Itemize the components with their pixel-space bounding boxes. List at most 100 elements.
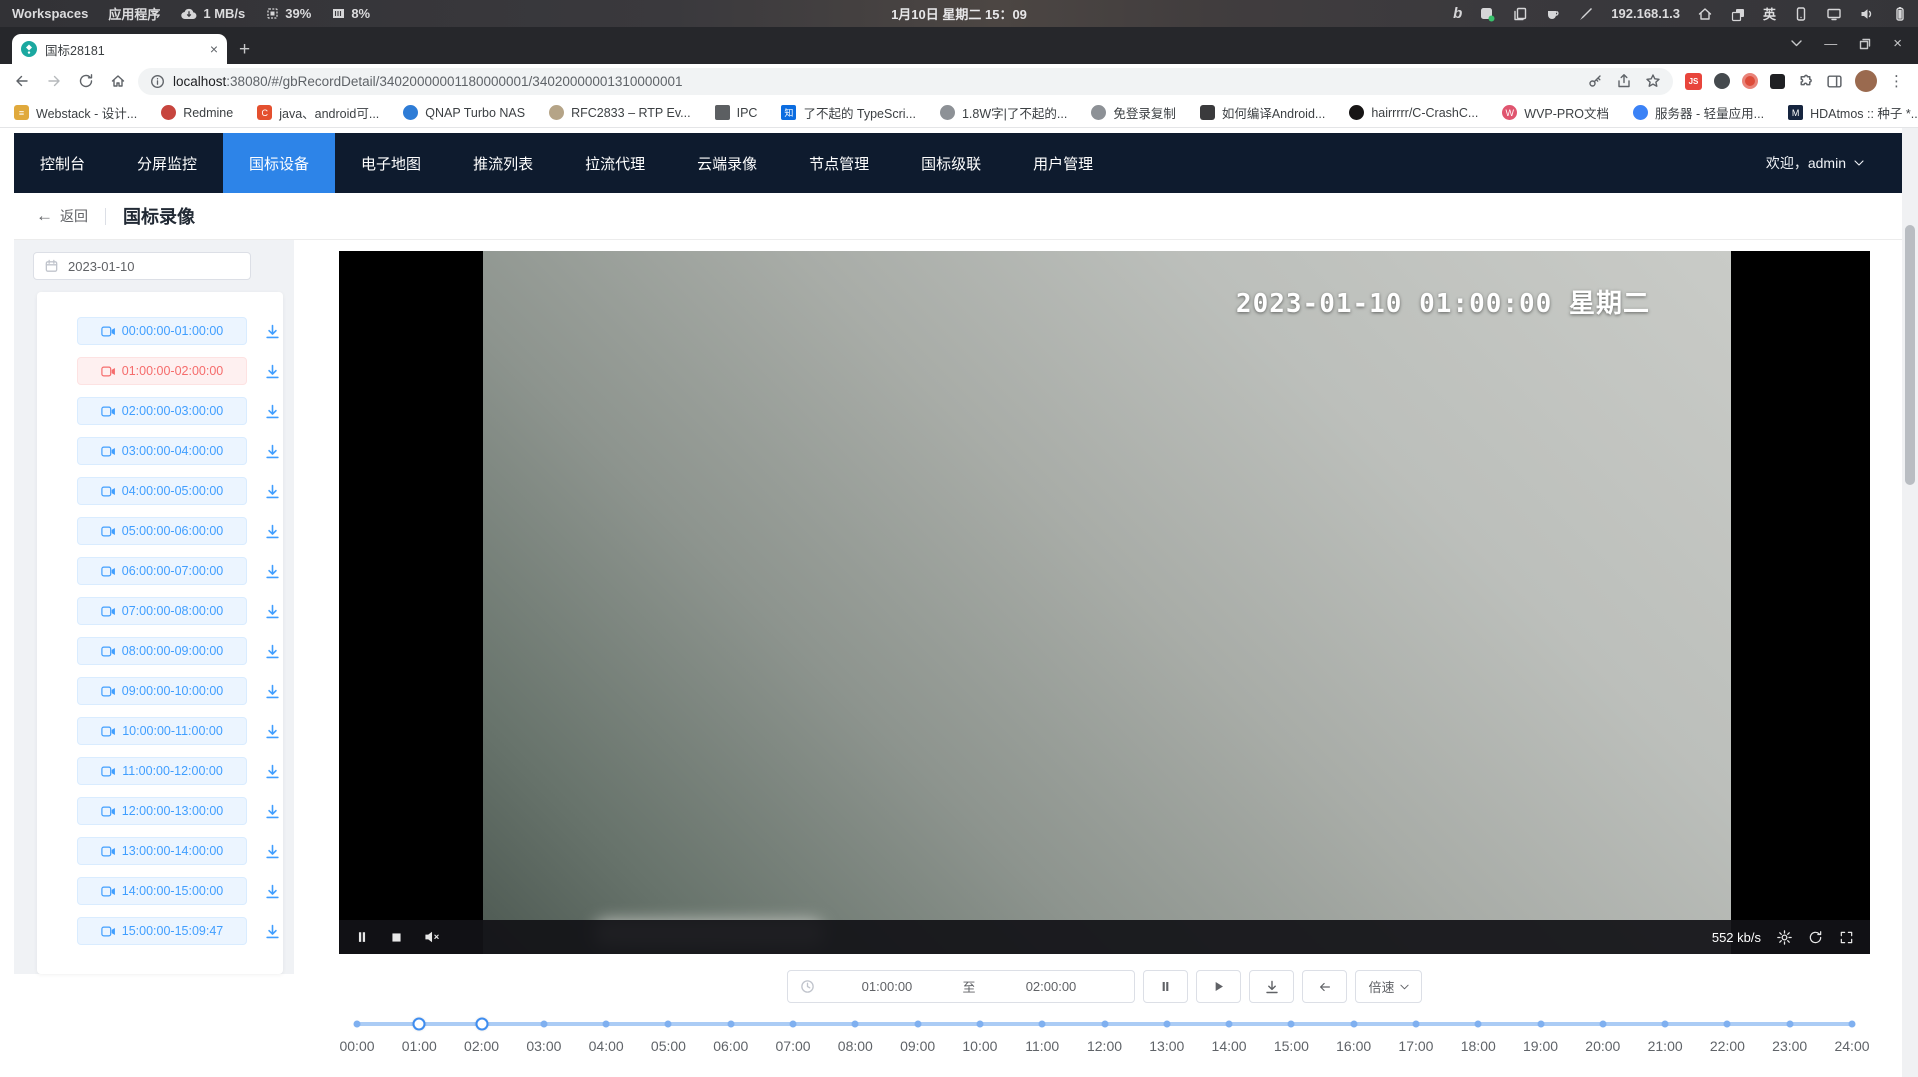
timeline-hour-dot[interactable] [1412,1021,1419,1028]
back-link[interactable]: 返回 [60,206,88,226]
download-recording-button[interactable] [265,804,280,819]
memory-usage-indicator[interactable]: 8% [331,6,370,21]
window-restore-button[interactable] [1859,38,1871,50]
browser-scrollbar[interactable] [1902,128,1918,1077]
download-recording-button[interactable] [265,884,280,899]
chat-app-icon[interactable] [1479,6,1495,22]
range-end-time[interactable]: 02:00:00 [980,979,1123,994]
timeline-range-handle[interactable] [475,1018,488,1031]
browser-home-button[interactable] [106,73,130,89]
app-indicator-b-icon[interactable]: b [1453,5,1462,22]
timeline-hour-dot[interactable] [727,1021,734,1028]
bookmark-item[interactable]: 1.8W字|了不起的... [940,103,1067,122]
bookmark-item[interactable]: RFC2833 – RTP Ev... [549,105,691,120]
download-recording-button[interactable] [265,684,280,699]
nav-menu-item[interactable]: 用户管理 [1007,133,1119,193]
recording-range-button[interactable]: 10:00:00-11:00:00 [77,717,247,745]
nav-menu-item[interactable]: 分屏监控 [111,133,223,193]
nav-menu-item[interactable]: 电子地图 [335,133,447,193]
timeline-hour-dot[interactable] [790,1021,797,1028]
ip-address[interactable]: 192.168.1.3 [1611,6,1680,21]
timeline-hour-dot[interactable] [1226,1021,1233,1028]
bookmark-item[interactable]: 知 了不起的 TypeScri... [781,103,916,122]
timeline-hour-dot[interactable] [354,1021,361,1028]
download-recording-button[interactable] [265,324,280,339]
recording-range-button[interactable]: 08:00:00-09:00:00 [77,637,247,665]
recording-range-button[interactable]: 09:00:00-10:00:00 [77,677,247,705]
player-mute-button[interactable] [424,930,441,944]
timeline-hour-dot[interactable] [1101,1021,1108,1028]
bookmark-star-icon[interactable] [1645,73,1661,89]
recording-range-button[interactable]: 00:00:00-01:00:00 [77,317,247,345]
network-rate-indicator[interactable]: 1 MB/s [180,6,245,21]
timeline-hour-dot[interactable] [1163,1021,1170,1028]
bookmark-item[interactable]: QNAP Turbo NAS [403,105,525,120]
browser-tab[interactable]: 国标28181 × [12,34,227,64]
download-recording-button[interactable] [265,644,280,659]
download-recording-button[interactable] [265,844,280,859]
tab-close-button[interactable]: × [210,42,218,56]
password-key-icon[interactable] [1587,73,1603,89]
download-recording-button[interactable] [265,524,280,539]
bookmark-item[interactable]: ≡ Webstack - 设计... [14,103,137,122]
new-tab-button[interactable]: + [239,40,250,59]
download-button[interactable] [1249,970,1294,1003]
bookmark-item[interactable]: M HDAtmos :: 种子 *... [1788,103,1918,122]
back-arrow-icon[interactable]: ← [36,206,53,226]
timeline-hour-dot[interactable] [1288,1021,1295,1028]
volume-icon[interactable] [1859,6,1875,22]
address-bar[interactable]: localhost:38080/#/gbRecordDetail/3402000… [138,68,1673,95]
rewind-button[interactable] [1302,970,1347,1003]
bookmark-item[interactable]: W WVP-PRO文档 [1502,103,1609,122]
recording-range-button[interactable]: 15:00:00-15:09:47 [77,917,247,945]
recording-range-button[interactable]: 04:00:00-05:00:00 [77,477,247,505]
battery-icon[interactable] [1892,6,1908,22]
recording-range-button[interactable]: 02:00:00-03:00:00 [77,397,247,425]
nav-menu-item[interactable]: 推流列表 [447,133,559,193]
pause-button[interactable] [1143,970,1188,1003]
phone-link-icon[interactable] [1793,6,1809,22]
window-minimize-button[interactable]: — [1824,36,1837,51]
recording-range-button[interactable]: 01:00:00-02:00:00 [77,357,247,385]
user-menu[interactable]: 欢迎，admin [1766,133,1902,193]
timeline-hour-dot[interactable] [1599,1021,1606,1028]
nav-menu-item[interactable]: 云端录像 [671,133,783,193]
download-recording-button[interactable] [265,444,280,459]
windows-stack-icon[interactable] [1730,6,1746,22]
recording-range-button[interactable]: 14:00:00-15:00:00 [77,877,247,905]
timeline-hour-dot[interactable] [1475,1021,1482,1028]
download-recording-button[interactable] [265,404,280,419]
color-picker-icon[interactable] [1578,6,1594,22]
recording-range-button[interactable]: 03:00:00-04:00:00 [77,437,247,465]
date-picker-input[interactable]: 2023-01-10 [33,252,251,280]
extension-red-icon[interactable] [1742,73,1758,89]
player-refresh-button[interactable] [1808,930,1823,945]
nav-menu-item[interactable]: 国标设备 [223,133,335,193]
bookmark-item[interactable]: IPC [715,105,758,120]
timeline-range-handle[interactable] [413,1018,426,1031]
timeline-hour-dot[interactable] [852,1021,859,1028]
profile-avatar[interactable] [1855,70,1877,92]
download-recording-button[interactable] [265,764,280,779]
timeline-hour-dot[interactable] [1350,1021,1357,1028]
nav-menu-item[interactable]: 拉流代理 [559,133,671,193]
download-recording-button[interactable] [265,604,280,619]
refresh-button[interactable] [74,73,98,89]
tab-search-chevron-icon[interactable] [1791,40,1802,47]
nav-menu-item[interactable]: 节点管理 [783,133,895,193]
timeline-hour-dot[interactable] [1039,1021,1046,1028]
window-close-button[interactable]: × [1893,35,1902,52]
timeline-hour-dot[interactable] [1849,1021,1856,1028]
site-info-icon[interactable] [150,74,165,89]
bookmark-item[interactable]: 免登录复制 [1091,103,1176,122]
download-recording-button[interactable] [265,724,280,739]
recording-range-button[interactable]: 11:00:00-12:00:00 [77,757,247,785]
extensions-puzzle-icon[interactable] [1797,73,1814,90]
display-icon[interactable] [1826,6,1842,22]
extension-js-icon[interactable]: JS [1685,73,1702,90]
speed-dropdown[interactable]: 倍速 [1355,970,1421,1003]
download-recording-button[interactable] [265,364,280,379]
coffee-cup-icon[interactable] [1545,6,1561,22]
workspaces-button[interactable]: Workspaces [12,6,88,21]
video-player[interactable]: 2023-01-10 01:00:00 星期二 552 kb/s [339,251,1870,954]
